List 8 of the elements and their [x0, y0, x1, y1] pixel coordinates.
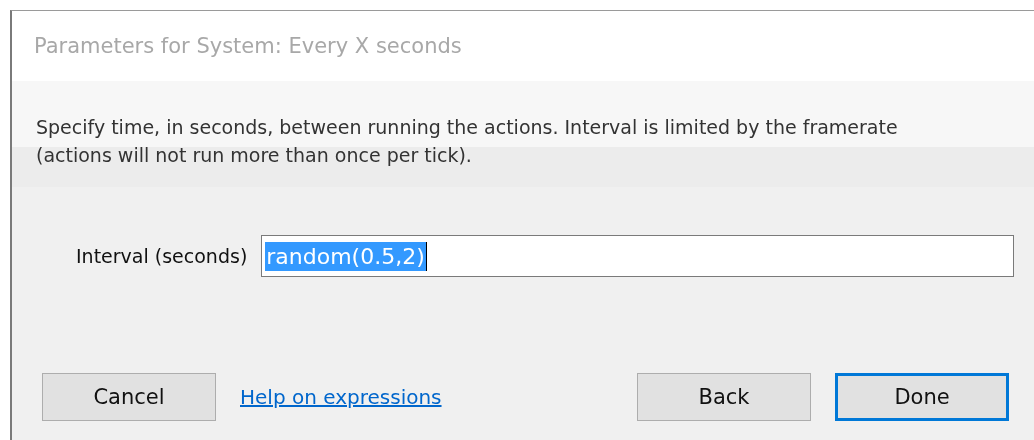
help-link[interactable]: Help on expressions [240, 385, 442, 409]
window-title: Parameters for System: Every X seconds [34, 34, 462, 58]
button[interactable]: Cancel [42, 373, 216, 421]
description-text: Specify time, in seconds, between running the actions. Interval is limited by the framerate (actions will not run more than once per tick). [36, 115, 899, 168]
field-value: random(0.5,2) [265, 241, 427, 271]
button[interactable]: Done [835, 373, 1009, 421]
button[interactable]: Back [637, 373, 811, 421]
field-label: Interval (seconds) [76, 245, 248, 267]
